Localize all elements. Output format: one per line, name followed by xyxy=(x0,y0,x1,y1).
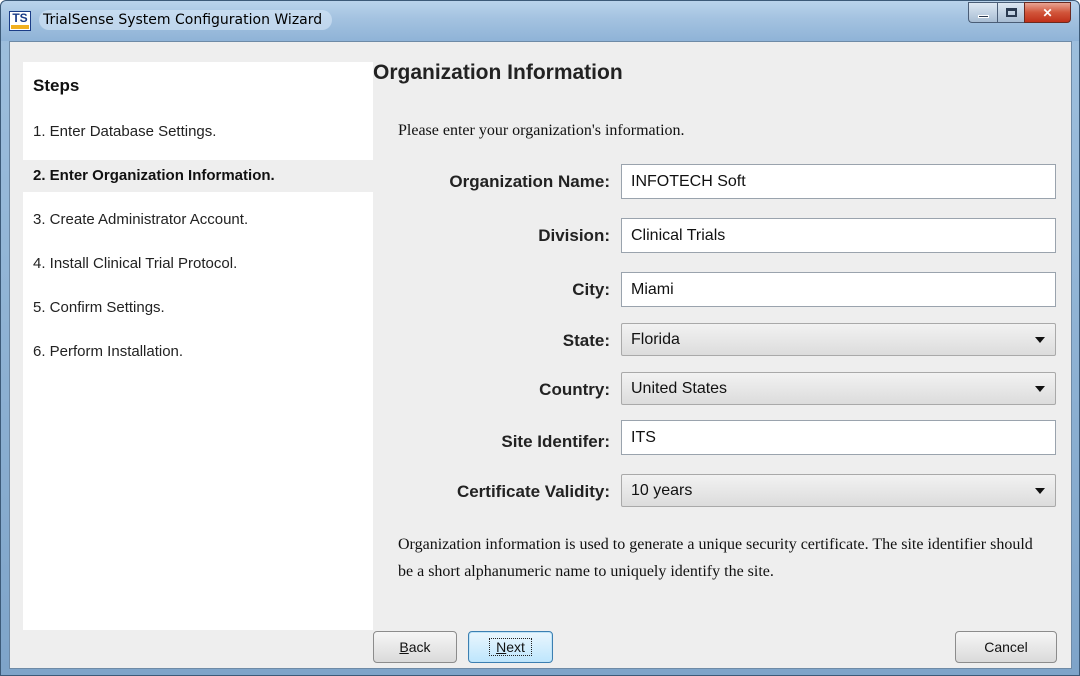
app-icon: TS xyxy=(9,11,31,31)
chevron-down-icon xyxy=(1035,337,1045,343)
organization-name-field[interactable]: INFOTECH Soft xyxy=(621,164,1056,199)
window-title: TrialSense System Configuration Wizard xyxy=(39,10,333,30)
next-button-label: ext xyxy=(506,639,525,655)
close-icon: ✕ xyxy=(1042,5,1053,20)
app-icon-text: TS xyxy=(12,11,28,25)
organization-name-label: Organization Name: xyxy=(449,172,610,191)
city-field[interactable]: Miami xyxy=(621,272,1056,307)
state-select[interactable]: Florida xyxy=(621,323,1056,356)
page-title: Organization Information xyxy=(373,61,623,84)
window-controls: ✕ xyxy=(968,2,1071,23)
maximize-icon xyxy=(1005,8,1017,17)
back-button-label: ack xyxy=(408,639,431,655)
step-item-protocol: 4. Install Clinical Trial Protocol. xyxy=(33,255,238,272)
next-button-mnemonic: N xyxy=(496,639,507,655)
step-item-install: 6. Perform Installation. xyxy=(33,343,184,360)
country-label: Country: xyxy=(539,380,610,399)
minimize-button[interactable] xyxy=(968,2,997,23)
steps-title: Steps xyxy=(33,76,80,95)
chevron-down-icon xyxy=(1035,488,1045,494)
certificate-validity-select[interactable]: 10 years xyxy=(621,474,1056,507)
division-field[interactable]: Clinical Trials xyxy=(621,218,1056,253)
country-select[interactable]: United States xyxy=(621,372,1056,405)
intro-text: Please enter your organization's informa… xyxy=(398,122,685,139)
next-button-focus: Next xyxy=(489,638,532,656)
next-button[interactable]: Next xyxy=(468,631,553,663)
step-item-database: 1. Enter Database Settings. xyxy=(33,123,217,140)
back-button-mnemonic: B xyxy=(399,639,409,655)
maximize-button[interactable] xyxy=(997,2,1024,23)
step-item-administrator: 3. Create Administrator Account. xyxy=(33,211,249,228)
cancel-button[interactable]: Cancel xyxy=(955,631,1057,663)
info-note: Organization information is used to gene… xyxy=(398,536,1033,580)
minimize-icon xyxy=(977,15,989,18)
title-bar[interactable]: TS TrialSense System Configuration Wizar… xyxy=(1,1,1079,41)
division-label: Division: xyxy=(538,226,610,245)
state-select-value: Florida xyxy=(631,331,680,348)
back-button[interactable]: Back xyxy=(373,631,457,663)
certificate-validity-label: Certificate Validity: xyxy=(456,482,610,501)
certificate-validity-select-value: 10 years xyxy=(631,482,693,499)
city-label: City: xyxy=(572,280,610,299)
site-identifier-field[interactable]: ITS xyxy=(621,420,1056,455)
steps-sidebar: Steps 1. Enter Database Settings. 2. Ent… xyxy=(23,62,373,630)
state-label: State: xyxy=(562,331,610,350)
close-button[interactable]: ✕ xyxy=(1024,2,1071,23)
site-identifier-label: Site Identifer: xyxy=(501,432,610,451)
country-select-value: United States xyxy=(631,380,728,397)
chevron-down-icon xyxy=(1035,386,1045,392)
step-item-organization: 2. Enter Organization Information. xyxy=(23,160,373,192)
step-item-confirm: 5. Confirm Settings. xyxy=(33,299,165,316)
